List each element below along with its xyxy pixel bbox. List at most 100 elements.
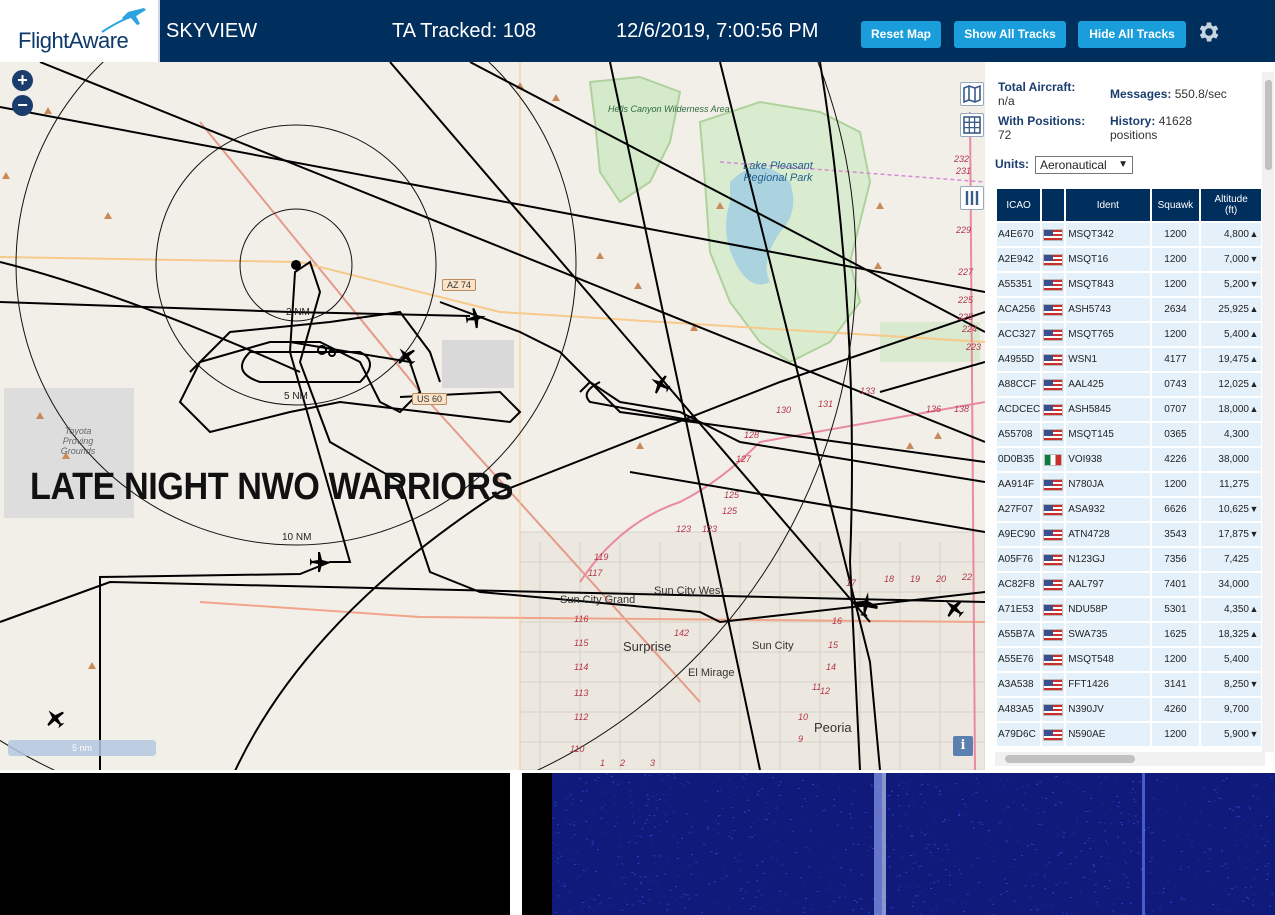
- flightaware-logo[interactable]: FlightAware: [0, 0, 160, 62]
- altitude-value: 5,400: [1223, 329, 1249, 340]
- table-row[interactable]: ACA256 ASH5743 2634 25,925▲: [997, 298, 1261, 321]
- icao-cell: A9EC90: [997, 523, 1041, 546]
- us-flag-icon: [1043, 603, 1064, 616]
- table-row[interactable]: A4E670 MSQT342 1200 4,800▲: [997, 223, 1261, 246]
- ident-cell: N123GJ: [1066, 548, 1150, 571]
- squawk-cell: 1625: [1151, 623, 1200, 646]
- table-row[interactable]: A55B7A SWA735 1625 18,325▲: [997, 623, 1261, 646]
- altitude-cell: 25,925▲: [1201, 298, 1261, 321]
- vertical-scroll-thumb[interactable]: [1265, 80, 1272, 170]
- mexico-flag-icon: [1044, 453, 1063, 466]
- horizontal-scroll-thumb[interactable]: [1005, 755, 1135, 763]
- icao-cell: A05F76: [997, 548, 1041, 571]
- route-number: 15: [828, 640, 839, 650]
- table-row[interactable]: A483A5 N390JV 4260 9,700: [997, 698, 1261, 721]
- route-number: 224: [962, 324, 978, 334]
- logo-text: FlightAware: [18, 28, 129, 53]
- flag-cell: [1042, 223, 1065, 246]
- table-row[interactable]: A55351 MSQT843 1200 5,200▼: [997, 273, 1261, 296]
- altitude-trend-icon: ▲: [1249, 604, 1259, 614]
- table-row[interactable]: A9EC90 ATN4728 3543 17,875▼: [997, 523, 1261, 546]
- table-row[interactable]: ACC327 MSQT765 1200 5,400▲: [997, 323, 1261, 346]
- column-toggle-button[interactable]: [960, 186, 984, 210]
- zoom-in-button[interactable]: +: [12, 70, 33, 91]
- table-row[interactable]: A4955D WSN1 4177 19,475▲: [997, 348, 1261, 371]
- units-selected-value: Aeronautical: [1040, 158, 1107, 172]
- vertical-scrollbar[interactable]: [1262, 72, 1274, 752]
- ident-cell: VOI938: [1066, 448, 1150, 471]
- altitude-trend-icon: ▲: [1249, 404, 1259, 414]
- icao-cell: A2E942: [997, 248, 1041, 271]
- table-row[interactable]: A2E942 MSQT16 1200 7,000▼: [997, 248, 1261, 271]
- info-button[interactable]: i: [953, 736, 973, 756]
- units-select[interactable]: Aeronautical ▼: [1035, 156, 1133, 174]
- col-header-flag[interactable]: [1042, 189, 1065, 221]
- col-header-squawk[interactable]: Squawk: [1151, 189, 1200, 221]
- icao-cell: A55B7A: [997, 623, 1041, 646]
- total-aircraft-stat: Total Aircraft: n/a: [998, 80, 1075, 108]
- zoom-out-button[interactable]: −: [12, 95, 33, 116]
- map-view[interactable]: Hells Canyon Wilderness Area Lake Pleasa…: [0, 62, 985, 770]
- table-row[interactable]: A71E53 NDU58P 5301 4,350▲: [997, 598, 1261, 621]
- altitude-cell: 7,000▼: [1201, 248, 1261, 271]
- reset-map-button[interactable]: Reset Map: [861, 21, 941, 48]
- route-number: 19: [910, 574, 921, 584]
- route-number: 131: [818, 399, 834, 409]
- icao-cell: ACC327: [997, 323, 1041, 346]
- table-row[interactable]: AA914F N780JA 1200 11,275: [997, 473, 1261, 496]
- icao-cell: A71E53: [997, 598, 1041, 621]
- table-row[interactable]: A79D6C N590AE 1200 5,900▼: [997, 723, 1261, 746]
- table-row[interactable]: A3A538 FFT1426 3141 8,250▼: [997, 673, 1261, 696]
- col-header-ident[interactable]: Ident: [1066, 189, 1150, 221]
- us-flag-icon: [1043, 403, 1064, 416]
- bottom-area: [0, 770, 1275, 915]
- altitude-cell: 9,700: [1201, 698, 1261, 721]
- with-positions-label: With Positions:: [998, 114, 1086, 128]
- altitude-trend-icon: ▼: [1249, 279, 1259, 289]
- table-row[interactable]: ACDCEC ASH5845 0707 18,000▲: [997, 398, 1261, 421]
- squawk-cell: 4260: [1151, 698, 1200, 721]
- altitude-trend-icon: ▲: [1249, 229, 1259, 239]
- altitude-trend-icon: ▼: [1249, 529, 1259, 539]
- table-row[interactable]: AC82F8 AAL797 7401 34,000: [997, 573, 1261, 596]
- route-number: 17: [846, 578, 857, 588]
- table-row[interactable]: A88CCF AAL425 0743 12,025▲: [997, 373, 1261, 396]
- us-flag-icon: [1043, 278, 1064, 291]
- table-row[interactable]: A55E76 MSQT548 1200 5,400: [997, 648, 1261, 671]
- icao-cell: A55708: [997, 423, 1041, 446]
- icao-cell: A27F07: [997, 498, 1041, 521]
- table-row[interactable]: 0D0B35 VOI938 4226 38,000: [997, 448, 1261, 471]
- label-surprise: Surprise: [623, 639, 672, 654]
- flag-cell: [1042, 348, 1065, 371]
- messages-stat: Messages: 550.8/sec: [1110, 87, 1227, 101]
- gear-icon[interactable]: [1196, 19, 1222, 45]
- show-all-tracks-button[interactable]: Show All Tracks: [954, 21, 1066, 48]
- hide-all-tracks-button[interactable]: Hide All Tracks: [1078, 21, 1186, 48]
- route-number: 110: [570, 744, 585, 754]
- us-flag-icon: [1043, 478, 1064, 491]
- altitude-cell: 5,900▼: [1201, 723, 1261, 746]
- altitude-header-unit: (ft): [1225, 205, 1238, 216]
- flag-cell: [1042, 373, 1065, 396]
- us-flag-icon: [1043, 228, 1064, 241]
- icao-cell: A79D6C: [997, 723, 1041, 746]
- ident-cell: ASA932: [1066, 498, 1150, 521]
- chevron-down-icon: ▼: [1118, 159, 1128, 170]
- table-row[interactable]: A55708 MSQT145 0365 4,300: [997, 423, 1261, 446]
- range-grid-button[interactable]: [960, 113, 984, 137]
- flag-cell: [1042, 648, 1065, 671]
- altitude-value: 4,300: [1223, 429, 1249, 440]
- table-row[interactable]: A05F76 N123GJ 7356 7,425: [997, 548, 1261, 571]
- squawk-cell: 3141: [1151, 673, 1200, 696]
- altitude-value: 10,625: [1218, 504, 1249, 515]
- col-header-altitude[interactable]: Altitude (ft): [1201, 189, 1261, 221]
- table-row[interactable]: A27F07 ASA932 6626 10,625▼: [997, 498, 1261, 521]
- map-layers-button[interactable]: [960, 82, 984, 106]
- col-header-icao[interactable]: ICAO: [997, 189, 1041, 221]
- label-peoria: Peoria: [814, 720, 852, 735]
- grid-icon: [963, 116, 981, 134]
- with-positions-stat: With Positions: 72: [998, 114, 1085, 142]
- map-canvas[interactable]: [0, 62, 985, 770]
- squawk-cell: 3543: [1151, 523, 1200, 546]
- range-ring-label: 5 NM: [284, 391, 308, 402]
